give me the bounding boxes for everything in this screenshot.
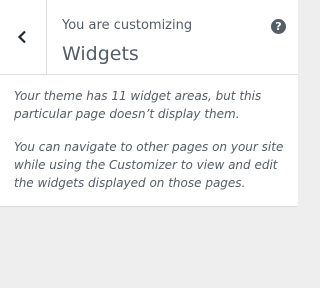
question-mark-icon: ? [275, 20, 282, 33]
customizing-label: You are customizing [62, 18, 193, 33]
widgets-notice: Your theme has 11 widget areas, but this… [0, 75, 298, 207]
back-button[interactable] [0, 0, 47, 74]
panel-header: You are customizing Widgets ? [0, 0, 298, 75]
chevron-left-icon [17, 30, 26, 44]
help-button[interactable]: ? [271, 19, 286, 34]
customizer-panel: You are customizing Widgets ? Your theme… [0, 0, 298, 207]
header-text: You are customizing Widgets [62, 17, 192, 67]
notice-paragraph-1: Your theme has 11 widget areas, but this… [14, 89, 262, 121]
notice-paragraph-2: You can navigate to other pages on your … [14, 140, 284, 190]
panel-title: Widgets [62, 43, 139, 65]
